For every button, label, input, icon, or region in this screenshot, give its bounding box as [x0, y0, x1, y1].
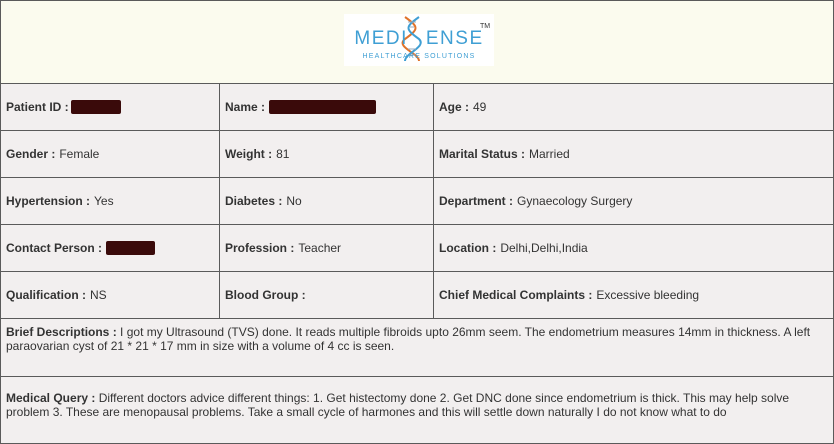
diabetes-value: No [286, 194, 302, 208]
contact-person-label: Contact Person : [6, 241, 103, 255]
patient-id-label: Patient ID : [6, 100, 69, 114]
medical-query-label: Medical Query : [6, 391, 96, 405]
info-row-body: Gender : Female Weight : 81 Marital Stat… [1, 131, 833, 178]
age-value: 49 [473, 100, 487, 114]
weight-cell: Weight : 81 [219, 131, 433, 177]
diabetes-cell: Diabetes : No [219, 178, 433, 224]
logo-wordmark: MEDI ENSE [344, 28, 494, 50]
gender-cell: Gender : Female [1, 131, 219, 177]
brief-description-block: Brief Descriptions : I got my Ultrasound… [1, 319, 833, 377]
medical-query-text: Different doctors advice different thing… [6, 391, 790, 419]
blood-group-label: Blood Group : [225, 288, 306, 302]
department-label: Department : [439, 194, 514, 208]
age-cell: Age : 49 [433, 84, 833, 130]
gender-value: Female [59, 147, 100, 161]
diabetes-label: Diabetes : [225, 194, 283, 208]
contact-person-cell: Contact Person : [1, 225, 219, 271]
marital-status-cell: Marital Status : Married [433, 131, 833, 177]
department-value: Gynaecology Surgery [517, 194, 633, 208]
weight-value: 81 [276, 147, 290, 161]
info-row-medical: Qualification : NS Blood Group : Chief M… [1, 272, 833, 319]
medisense-logo: MEDI ENSE HEALTHCARE SOLUTIONS TM [344, 14, 494, 66]
marital-status-label: Marital Status : [439, 147, 526, 161]
chief-complaints-value: Excessive bleeding [596, 288, 700, 302]
contact-person-redaction [106, 241, 156, 255]
patient-id-redaction [70, 100, 121, 114]
brief-description-label: Brief Descriptions : [6, 325, 117, 339]
weight-label: Weight : [225, 147, 273, 161]
hypertension-cell: Hypertension : Yes [1, 178, 219, 224]
location-cell: Location : Delhi,Delhi,India [433, 225, 833, 271]
hypertension-value: Yes [94, 194, 114, 208]
medical-query-block: Medical Query : Different doctors advice… [1, 377, 833, 443]
info-row-conditions: Hypertension : Yes Diabetes : No Departm… [1, 178, 833, 225]
qualification-cell: Qualification : NS [1, 272, 219, 318]
profession-label: Profession : [225, 241, 295, 255]
logo-tagline: HEALTHCARE SOLUTIONS [362, 53, 476, 60]
name-redaction [269, 100, 377, 114]
logo-prefix: MEDI [354, 28, 408, 49]
qualification-value: NS [90, 288, 107, 302]
chief-complaints-cell: Chief Medical Complaints : Excessive ble… [433, 272, 833, 318]
name-cell: Name : [219, 84, 433, 130]
qualification-label: Qualification : [6, 288, 87, 302]
info-row-identity: Patient ID : Name : Age : 49 [1, 84, 833, 131]
blood-group-cell: Blood Group : [219, 272, 433, 318]
department-cell: Department : Gynaecology Surgery [433, 178, 833, 224]
profession-cell: Profession : Teacher [219, 225, 433, 271]
hypertension-label: Hypertension : [6, 194, 91, 208]
profession-value: Teacher [298, 241, 342, 255]
marital-status-value: Married [529, 147, 570, 161]
info-row-contact: Contact Person : Profession : Teacher Lo… [1, 225, 833, 272]
location-label: Location : [439, 241, 497, 255]
age-label: Age : [439, 100, 469, 114]
chief-complaints-label: Chief Medical Complaints : [439, 288, 593, 302]
header-banner: MEDI ENSE HEALTHCARE SOLUTIONS TM [1, 1, 833, 84]
trademark-mark: TM [480, 23, 491, 30]
logo-suffix: ENSE [425, 28, 484, 49]
location-value: Delhi,Delhi,India [500, 241, 588, 255]
gender-label: Gender : [6, 147, 56, 161]
patient-record-sheet: MEDI ENSE HEALTHCARE SOLUTIONS TM Patient… [0, 0, 834, 444]
brief-description-text: I got my Ultrasound (TVS) done. It reads… [6, 325, 811, 353]
name-label: Name : [225, 100, 266, 114]
patient-id-cell: Patient ID : [1, 84, 219, 130]
